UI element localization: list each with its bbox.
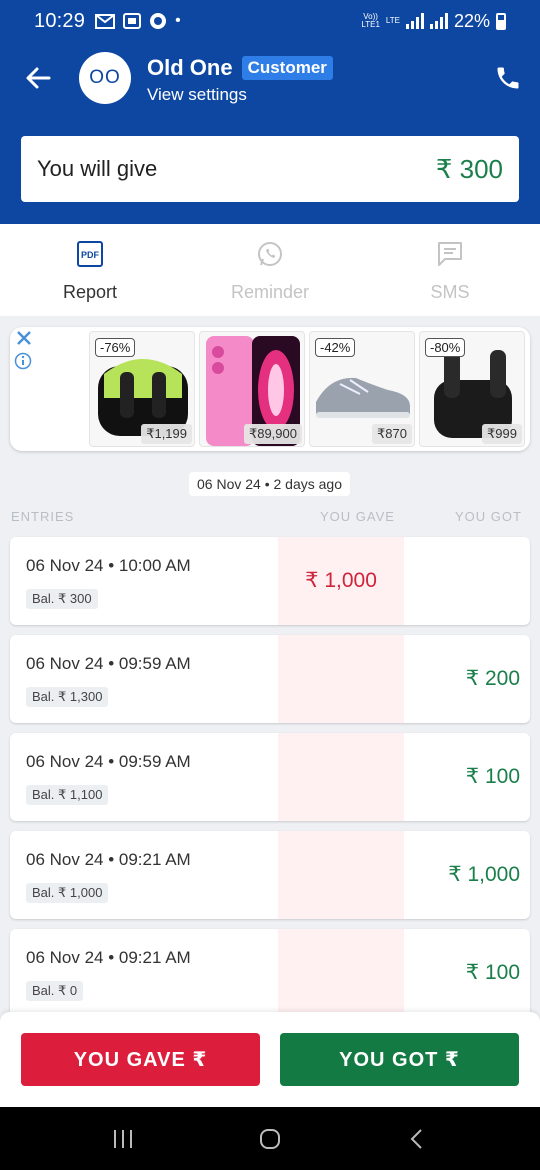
ad-discount: -80%	[425, 338, 466, 357]
ad-product-earbuds[interactable]: -76% ₹1,199	[89, 331, 195, 447]
phone-icon[interactable]	[494, 64, 522, 92]
home-icon[interactable]	[258, 1127, 282, 1151]
ad-close-icon[interactable]	[14, 329, 34, 347]
ad-discount: -42%	[315, 338, 356, 357]
signal-icon	[405, 13, 424, 29]
system-nav-bar	[0, 1107, 540, 1170]
entry-balance: Bal. ₹ 300	[26, 589, 98, 609]
customer-header: OO Old One Customer View settings You wi…	[0, 42, 540, 224]
entry-datetime: 06 Nov 24 • 09:59 AM	[26, 654, 191, 673]
recent-apps-icon[interactable]	[111, 1128, 135, 1150]
lte-icon: LTE	[385, 16, 400, 25]
ad-price: ₹1,199	[141, 424, 192, 444]
sms-label: SMS	[430, 282, 470, 302]
entry-got-amount: ₹ 200	[465, 667, 520, 690]
customer-name: Old One	[147, 55, 233, 80]
ad-info-icon[interactable]	[14, 352, 32, 370]
whatsapp-status-icon	[150, 13, 167, 29]
ad-product-earbuds-dark[interactable]: -80% ₹999	[419, 331, 525, 447]
column-header-you-gave: YOU GAVE	[320, 509, 395, 524]
table-row[interactable]: 06 Nov 24 • 09:59 AM Bal. ₹ 1,100 ₹ 100	[10, 733, 530, 821]
ad-banner[interactable]: -76% ₹1,199 ₹89,900 -42% ₹870 -80% ₹999	[10, 327, 530, 451]
ad-product-shoes[interactable]: -42% ₹870	[309, 331, 415, 447]
bottom-action-bar: YOU GAVE ₹ YOU GOT ₹	[0, 1012, 540, 1107]
svg-text:PDF: PDF	[81, 250, 100, 260]
ad-product-phone[interactable]: ₹89,900	[199, 331, 305, 447]
entry-gave-amount: ₹ 1,000	[305, 569, 377, 592]
column-header-you-got: YOU GOT	[455, 509, 522, 524]
pdf-icon: PDF	[77, 241, 103, 267]
gmail-icon	[95, 14, 116, 29]
table-row[interactable]: 06 Nov 24 • 09:21 AM Bal. ₹ 0 ₹ 100	[10, 929, 530, 1017]
ad-price: ₹89,900	[243, 424, 302, 444]
table-row[interactable]: 06 Nov 24 • 09:59 AM Bal. ₹ 1,300 ₹ 200	[10, 635, 530, 723]
entry-got-amount: ₹ 100	[465, 765, 520, 788]
sms-icon	[438, 242, 462, 266]
sms-action[interactable]: SMS	[360, 224, 540, 316]
ad-discount: -76%	[95, 338, 136, 357]
table-row[interactable]: 06 Nov 24 • 10:00 AM Bal. ₹ 300 ₹ 1,000	[10, 537, 530, 625]
entry-balance: Bal. ₹ 0	[26, 981, 84, 1001]
you-got-button[interactable]: YOU GOT ₹	[280, 1033, 519, 1086]
entry-datetime: 06 Nov 24 • 09:21 AM	[26, 850, 191, 869]
balance-amount: ₹ 300	[435, 153, 503, 184]
ad-price: ₹870	[372, 424, 412, 444]
balance-label: You will give	[37, 156, 158, 181]
whatsapp-icon	[258, 242, 282, 266]
volte-icon: Vo)) LTE1	[361, 12, 380, 29]
report-action[interactable]: PDF Report	[0, 224, 180, 316]
message-icon	[123, 13, 142, 29]
status-bar: 10:29 • Vo)) LTE1 LTE 22%	[0, 0, 540, 42]
table-row[interactable]: 06 Nov 24 • 09:21 AM Bal. ₹ 1,000 ₹ 1,00…	[10, 831, 530, 919]
entry-got-amount: ₹ 1,000	[448, 863, 520, 886]
avatar[interactable]: OO	[79, 52, 131, 104]
back-arrow-icon[interactable]	[22, 62, 54, 94]
ad-price: ₹999	[482, 424, 522, 444]
signal-icon-2	[429, 13, 448, 29]
entry-datetime: 06 Nov 24 • 09:21 AM	[26, 948, 191, 967]
customer-name-row[interactable]: Old One Customer	[147, 55, 333, 81]
entry-balance: Bal. ₹ 1,100	[26, 785, 109, 805]
back-nav-icon[interactable]	[405, 1127, 429, 1151]
battery-percent: 22%	[453, 10, 490, 31]
report-label: Report	[62, 282, 118, 302]
date-chip: 06 Nov 24 • 2 days ago	[189, 472, 350, 496]
column-header-entries: ENTRIES	[11, 509, 75, 524]
customer-badge: Customer	[241, 56, 333, 80]
entry-balance: Bal. ₹ 1,000	[26, 883, 109, 903]
entry-got-amount: ₹ 100	[465, 961, 520, 984]
balance-card: You will give ₹ 300	[21, 136, 519, 202]
you-gave-button[interactable]: YOU GAVE ₹	[21, 1033, 260, 1086]
entry-balance: Bal. ₹ 1,300	[26, 687, 109, 707]
entry-datetime: 06 Nov 24 • 09:59 AM	[26, 752, 191, 771]
action-row: PDF Report Reminder SMS	[0, 224, 540, 316]
view-settings-link[interactable]: View settings	[147, 85, 247, 105]
entry-datetime: 06 Nov 24 • 10:00 AM	[26, 556, 191, 575]
status-dot: •	[175, 12, 181, 29]
reminder-action[interactable]: Reminder	[180, 224, 360, 316]
reminder-label: Reminder	[230, 282, 310, 302]
battery-icon	[496, 12, 506, 30]
status-time: 10:29	[34, 9, 86, 32]
